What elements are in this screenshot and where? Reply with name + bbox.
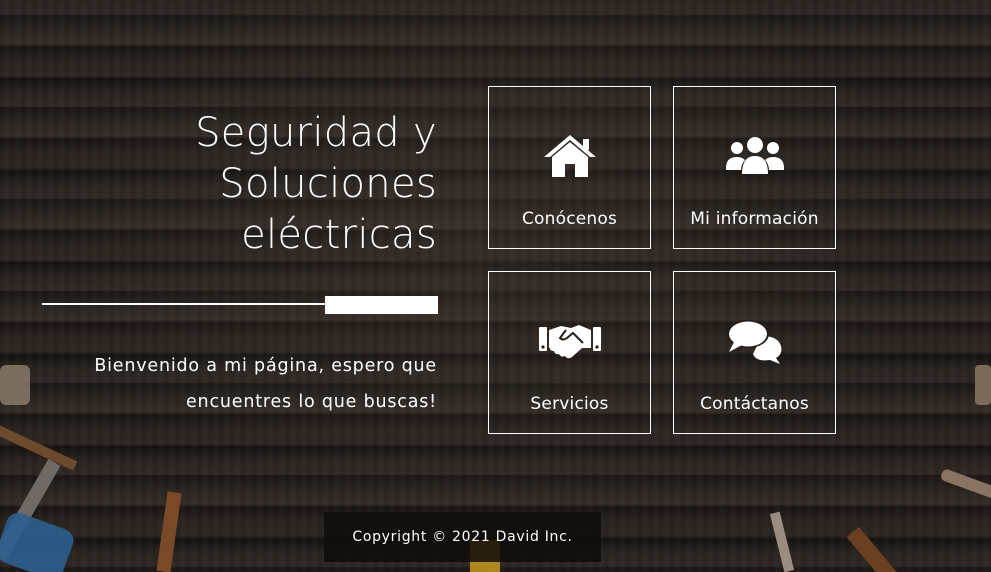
tile-label: Servicios: [530, 394, 609, 414]
tool-chisel-left: [156, 491, 182, 572]
divider-line: [42, 303, 326, 305]
welcome-text: Bienvenido a mi página, espero que encue…: [77, 348, 437, 420]
tile-conocenos[interactable]: Conócenos: [488, 86, 651, 249]
title-line-3: eléctricas: [241, 212, 437, 258]
tile-mi-informacion[interactable]: Mi información: [673, 86, 836, 249]
tile-contactanos[interactable]: Contáctanos: [673, 271, 836, 434]
tool-screw-right: [941, 469, 991, 499]
tool-awl: [769, 511, 795, 572]
users-icon: [724, 133, 786, 179]
tile-servicios[interactable]: Servicios: [488, 271, 651, 434]
tile-label: Conócenos: [521, 209, 618, 229]
handshake-icon: [538, 318, 602, 364]
tool-chisel-right: [846, 526, 898, 572]
tool-handle-right: [975, 365, 991, 405]
tool-screwdriver-left: [0, 423, 78, 471]
comments-icon: [726, 318, 784, 364]
tool-wrench: [0, 365, 30, 405]
copyright-text: Copyright © 2021 David Inc.: [352, 529, 573, 545]
welcome-line-2: encuentres lo que buscas!: [185, 392, 437, 412]
divider-block: [325, 296, 438, 314]
welcome-line-1: Bienvenido a mi página, espero que: [94, 356, 437, 376]
tile-label: Contáctanos: [700, 394, 809, 414]
title-line-2: Soluciones: [219, 161, 437, 207]
tool-blue-handle: [0, 512, 74, 572]
tile-label: Mi información: [690, 209, 819, 229]
home-icon: [542, 133, 598, 179]
footer: Copyright © 2021 David Inc.: [324, 512, 601, 562]
page-title: Seguridad y Soluciones eléctricas: [137, 108, 437, 261]
title-line-1: Seguridad y: [195, 110, 437, 156]
